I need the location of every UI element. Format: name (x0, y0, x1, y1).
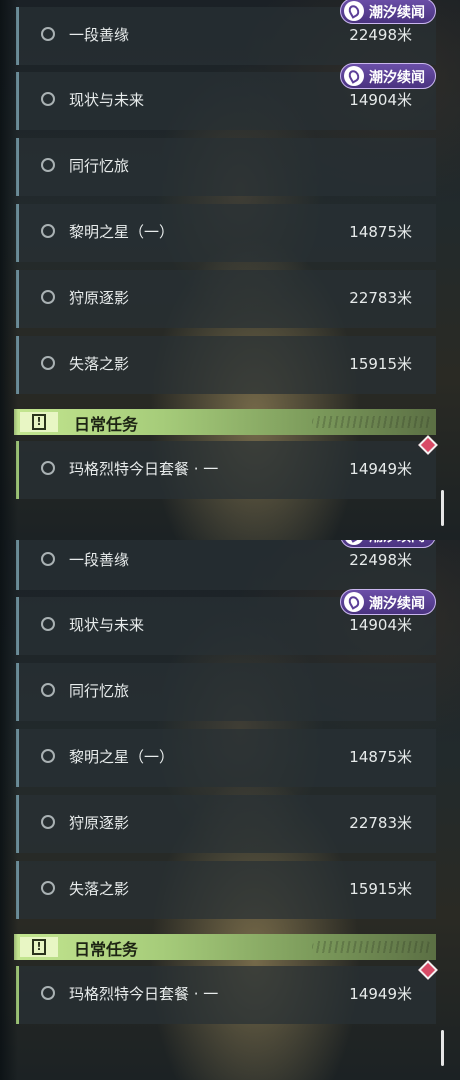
daily-quest-header[interactable]: ! 日常任务 (14, 409, 436, 435)
quest-name: 现状与未来 (69, 91, 145, 109)
wave-badge-icon (344, 1, 364, 21)
quest-name: 狩原逐影 (69, 289, 130, 307)
tide-news-badge: 潮汐续闻 (340, 63, 436, 89)
radio-icon[interactable] (41, 290, 55, 304)
quest-distance: 22783米 (349, 814, 412, 832)
quest-distance: 15915米 (349, 880, 412, 898)
daily-quest-title: 日常任务 (74, 415, 139, 434)
quest-row[interactable]: 失落之影 15915米 (16, 336, 436, 394)
quest-row[interactable]: 失落之影 15915米 (16, 861, 436, 919)
quest-row[interactable]: 狩原逐影 22783米 (16, 795, 436, 853)
scrollbar[interactable] (441, 1030, 444, 1066)
wave-badge-icon (344, 592, 364, 612)
quest-name: 同行忆旅 (69, 157, 130, 175)
quest-name: 玛格烈特今日套餐 · 一 (69, 460, 219, 478)
quest-name: 黎明之星（一） (69, 223, 175, 241)
header-decoration (312, 416, 432, 428)
exclamation-icon: ! (20, 412, 58, 432)
daily-quest-row[interactable]: 玛格烈特今日套餐 · 一 14949米 (16, 966, 436, 1024)
quest-name: 玛格烈特今日套餐 · 一 (69, 985, 219, 1003)
quest-distance: 15915米 (349, 355, 412, 373)
daily-quest-title: 日常任务 (74, 940, 139, 959)
radio-icon[interactable] (41, 356, 55, 370)
radio-icon[interactable] (41, 749, 55, 763)
quest-name: 一段善缘 (69, 26, 130, 44)
quest-distance: 22783米 (349, 289, 412, 307)
quest-distance: 22498米 (349, 26, 412, 44)
quest-distance: 14875米 (349, 223, 412, 241)
radio-icon[interactable] (41, 224, 55, 238)
quest-row[interactable]: 狩原逐影 22783米 (16, 270, 436, 328)
radio-icon[interactable] (41, 881, 55, 895)
radio-icon[interactable] (41, 27, 55, 41)
quest-distance: 14949米 (349, 985, 412, 1003)
radio-icon[interactable] (41, 158, 55, 172)
quest-distance: 14904米 (349, 616, 412, 634)
quest-name: 失落之影 (69, 355, 130, 373)
tide-news-badge: 潮汐续闻 (340, 540, 436, 548)
badge-label: 潮汐续闻 (369, 70, 425, 86)
radio-icon[interactable] (41, 92, 55, 106)
quest-name: 现状与未来 (69, 616, 145, 634)
radio-icon[interactable] (41, 986, 55, 1000)
quest-distance: 14904米 (349, 91, 412, 109)
quest-name: 失落之影 (69, 880, 130, 898)
badge-label: 潮汐续闻 (369, 596, 425, 612)
quest-row[interactable]: 黎明之星（一） 14875米 (16, 729, 436, 787)
wave-badge-icon (344, 540, 364, 545)
quest-name: 一段善缘 (69, 551, 130, 569)
radio-icon[interactable] (41, 552, 55, 566)
tide-news-badge: 潮汐续闻 (340, 0, 436, 24)
quest-name: 狩原逐影 (69, 814, 130, 832)
scrollbar[interactable] (441, 490, 444, 526)
exclamation-icon: ! (20, 937, 58, 957)
quest-row[interactable]: 黎明之星（一） 14875米 (16, 204, 436, 262)
daily-quest-header[interactable]: ! 日常任务 (14, 934, 436, 960)
radio-icon[interactable] (41, 683, 55, 697)
tide-news-badge: 潮汐续闻 (340, 589, 436, 615)
quest-list-panel: 一段善缘 22498米 潮汐续闻 现状与未来 14904米 潮汐续闻 同行忆旅 … (0, 0, 460, 540)
quest-distance: 14949米 (349, 460, 412, 478)
quest-name: 黎明之星（一） (69, 748, 175, 766)
header-decoration (312, 941, 432, 953)
wave-badge-icon (344, 66, 364, 86)
quest-distance: 14875米 (349, 748, 412, 766)
radio-icon[interactable] (41, 461, 55, 475)
quest-name: 同行忆旅 (69, 682, 130, 700)
badge-label: 潮汐续闻 (369, 5, 425, 21)
daily-quest-row[interactable]: 玛格烈特今日套餐 · 一 14949米 (16, 441, 436, 499)
quest-distance: 22498米 (349, 551, 412, 569)
quest-row[interactable]: 同行忆旅 (16, 138, 436, 196)
badge-label: 潮汐续闻 (369, 540, 425, 546)
quest-list-panel: 一段善缘 22498米 潮汐续闻 现状与未来 14904米 潮汐续闻 同行忆旅 … (0, 540, 460, 1080)
quest-row[interactable]: 同行忆旅 (16, 663, 436, 721)
radio-icon[interactable] (41, 815, 55, 829)
radio-icon[interactable] (41, 617, 55, 631)
